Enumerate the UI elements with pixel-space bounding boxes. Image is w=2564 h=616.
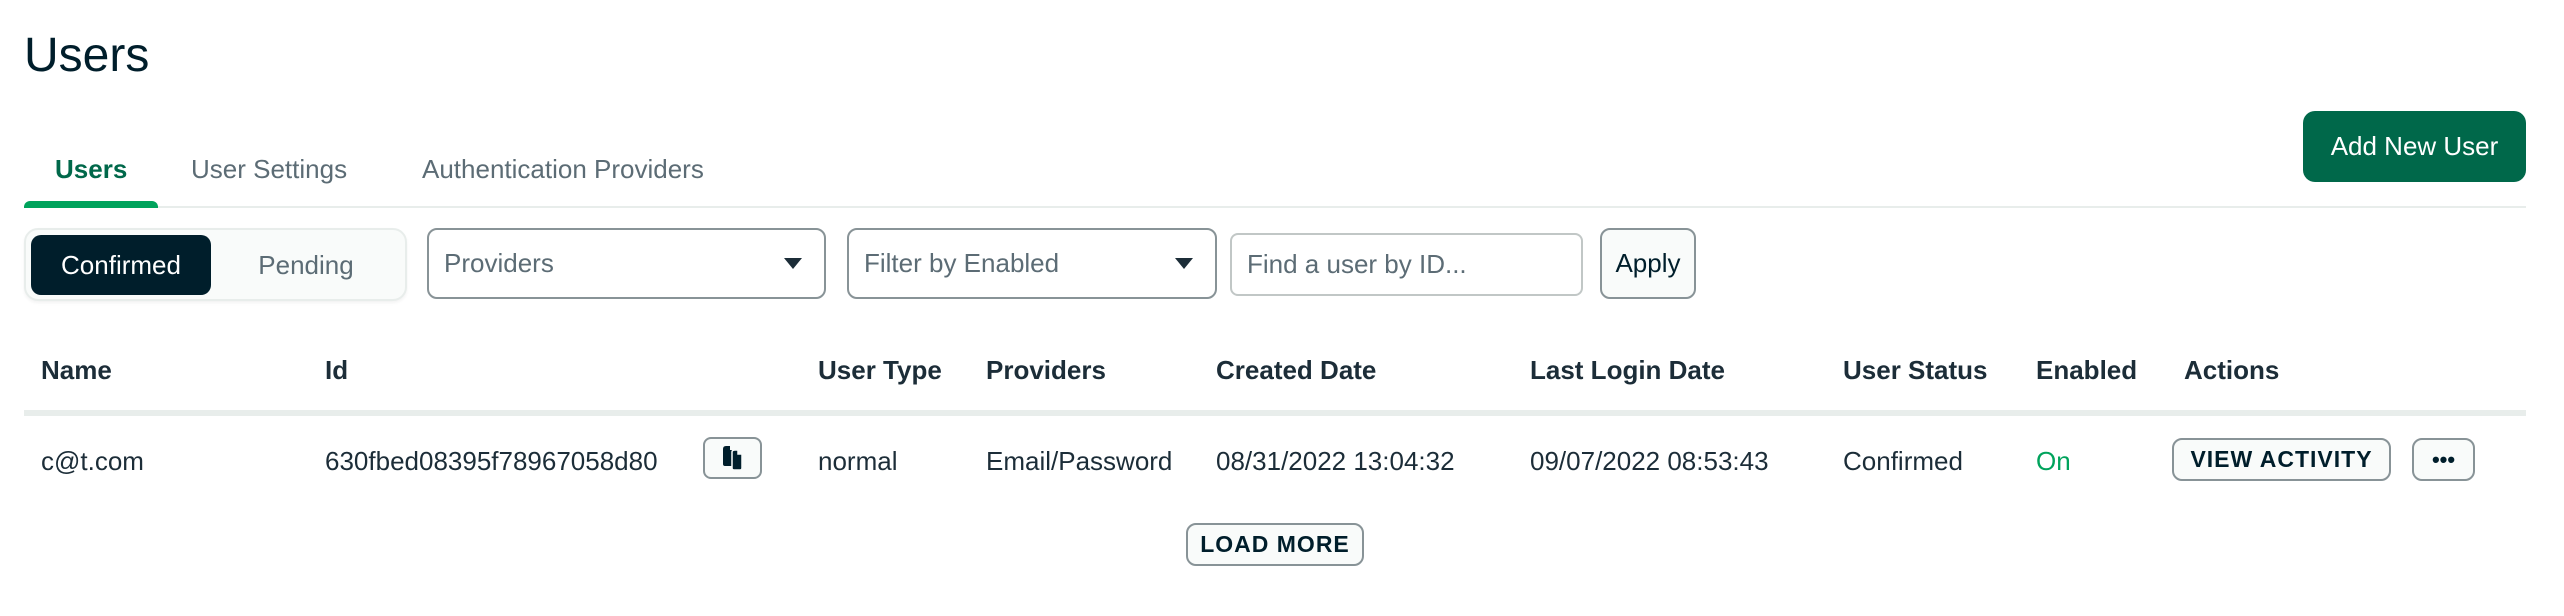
column-header-user-status: User Status <box>1843 355 1988 385</box>
column-header-created-date: Created Date <box>1216 355 1377 385</box>
page-title: Users <box>24 29 150 82</box>
cell-id: 630fbed08395f78967058d80 <box>325 446 658 476</box>
tab-user-settings[interactable]: User Settings <box>191 154 347 185</box>
copy-id-button[interactable] <box>703 437 762 479</box>
column-header-actions: Actions <box>2184 355 2280 385</box>
user-status-toggle: Confirmed Pending <box>24 228 407 301</box>
providers-select[interactable]: Providers <box>427 228 826 299</box>
cell-enabled-status: On <box>2036 446 2071 476</box>
column-header-enabled: Enabled <box>2036 355 2138 385</box>
copy-icon <box>722 446 743 471</box>
column-header-name: Name <box>41 355 112 385</box>
tab-authentication-providers[interactable]: Authentication Providers <box>422 154 704 185</box>
providers-select-value: Providers <box>444 248 554 278</box>
cell-providers: Email/Password <box>986 446 1173 476</box>
cell-user-status: Confirmed <box>1843 446 1963 476</box>
users-page: Users Users User Settings Authentication… <box>0 0 2564 616</box>
cell-user-type: normal <box>818 446 898 476</box>
column-header-providers: Providers <box>986 355 1106 385</box>
user-id-search <box>1230 233 1583 296</box>
toggle-pending[interactable]: Pending <box>216 235 396 295</box>
column-header-id: Id <box>325 355 349 385</box>
column-header-user-type: User Type <box>818 355 942 385</box>
view-activity-button[interactable]: VIEW ACTIVITY <box>2172 438 2391 481</box>
load-more-button[interactable]: LOAD MORE <box>1186 523 1364 566</box>
active-tab-indicator <box>24 201 158 208</box>
toggle-confirmed[interactable]: Confirmed <box>31 235 211 295</box>
column-header-last-login-date: Last Login Date <box>1530 355 1726 385</box>
tab-users[interactable]: Users <box>55 154 127 185</box>
ellipsis-icon: ••• <box>2431 446 2456 472</box>
search-input[interactable] <box>1247 249 1582 280</box>
caret-down-icon <box>1175 258 1193 269</box>
enabled-filter-select[interactable]: Filter by Enabled <box>847 228 1217 299</box>
cell-last-login-date: 09/07/2022 08:53:43 <box>1530 446 1769 476</box>
cell-created-date: 08/31/2022 13:04:32 <box>1216 446 1455 476</box>
caret-down-icon <box>784 258 802 269</box>
cell-name: c@t.com <box>41 446 144 476</box>
more-actions-button[interactable]: ••• <box>2412 438 2475 481</box>
apply-button[interactable]: Apply <box>1600 228 1696 299</box>
add-new-user-button[interactable]: Add New User <box>2303 111 2526 182</box>
tab-bar: Users User Settings Authentication Provi… <box>24 140 2526 208</box>
table-header-divider <box>24 410 2526 416</box>
enabled-select-value: Filter by Enabled <box>864 248 1060 278</box>
